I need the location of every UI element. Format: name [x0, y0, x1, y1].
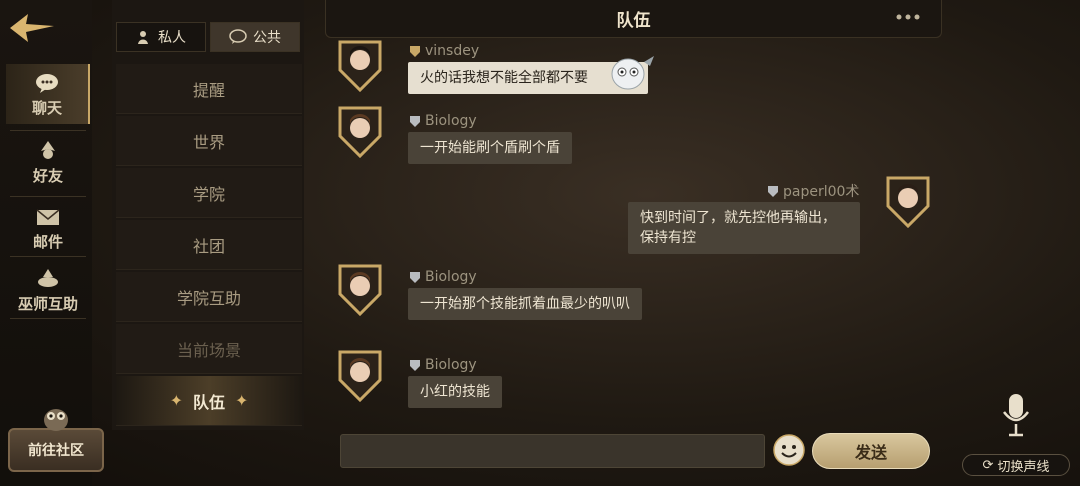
microphone-icon[interactable] [1000, 392, 1032, 438]
channel-world[interactable]: 世界 [116, 116, 302, 166]
nav-mail[interactable]: 邮件 [6, 198, 90, 258]
sparkle-right-icon: ✦ [235, 391, 249, 410]
avatar[interactable] [336, 36, 384, 92]
channel-team[interactable]: ✦ 队伍 ✦ [116, 376, 302, 426]
emoji-icon[interactable] [773, 434, 805, 466]
message-input[interactable] [340, 434, 765, 468]
private-icon [138, 31, 148, 44]
message-bubble: 一开始能刷个盾刷个盾 [408, 132, 572, 164]
message-sender: vinsdey [408, 42, 479, 60]
chat-bubble-icon [36, 73, 58, 93]
channel-house[interactable]: 学院 [116, 168, 302, 218]
message-bubble: 快到时间了，就先控他再输出，保持有控 [628, 202, 860, 254]
message-sender: Biology [408, 268, 477, 286]
community-label: 前往社区 [8, 428, 104, 472]
message-sender: paperl00术 [766, 182, 859, 200]
house-crest-icon [768, 186, 778, 197]
nav-mail-label: 邮件 [32, 232, 63, 251]
avatar[interactable] [336, 102, 384, 158]
nav-wizard-help-label: 巫师互助 [17, 294, 78, 313]
avatar[interactable] [884, 172, 932, 228]
voice-toggle-button[interactable]: ⟳ 切换声线 [962, 454, 1070, 476]
nav-friends[interactable]: 好友 [6, 132, 90, 192]
mail-icon [36, 208, 60, 225]
more-icon[interactable] [895, 12, 921, 22]
channel-current-scene[interactable]: 当前场景 [116, 324, 302, 374]
message-sender: Biology [408, 112, 477, 130]
channel-reminder[interactable]: 提醒 [116, 64, 302, 114]
sparkle-left-icon: ✦ [169, 391, 183, 410]
house-crest-icon [410, 272, 420, 283]
wizard-help-icon [38, 268, 58, 287]
house-crest-icon [410, 360, 420, 371]
community-button[interactable]: 前往社区 [6, 400, 106, 480]
tab-public-label: 公共 [253, 30, 281, 46]
message-bubble: 一开始那个技能抓着血最少的叭叭 [408, 288, 642, 320]
back-arrow-icon[interactable] [6, 8, 56, 48]
house-crest-icon [410, 116, 420, 127]
owl-icon [44, 409, 68, 431]
page-title: 队伍 [616, 11, 651, 31]
channel-house-help[interactable]: 学院互助 [116, 272, 302, 322]
nav-friends-label: 好友 [32, 166, 63, 185]
swap-icon: ⟳ [982, 457, 994, 473]
tab-private[interactable]: 私人 [116, 22, 206, 52]
owl-sticker-icon [611, 56, 654, 90]
public-icon [229, 29, 247, 44]
message-bubble: 小红的技能 [408, 376, 502, 408]
tab-private-label: 私人 [158, 30, 186, 46]
house-crest-icon [410, 46, 420, 57]
message-sender: Biology [408, 356, 477, 374]
chat-header: 队伍 [325, 0, 942, 38]
nav-chat-label: 聊天 [31, 98, 62, 117]
channel-club[interactable]: 社团 [116, 220, 302, 270]
avatar[interactable] [336, 260, 384, 316]
avatar[interactable] [336, 346, 384, 402]
voice-toggle-label: 切换声线 [997, 459, 1050, 475]
nav-wizard-help[interactable]: 巫师互助 [6, 260, 90, 320]
send-button[interactable]: 发送 [812, 433, 930, 469]
channel-team-label: 队伍 [192, 392, 225, 412]
nav-chat[interactable]: 聊天 [6, 64, 90, 124]
friend-icon [41, 140, 55, 159]
channel-list: 私人 公共 提醒 世界 学院 社团 学院互助 当前场景 ✦ 队伍 ✦ [112, 0, 304, 430]
tab-public[interactable]: 公共 [210, 22, 300, 52]
